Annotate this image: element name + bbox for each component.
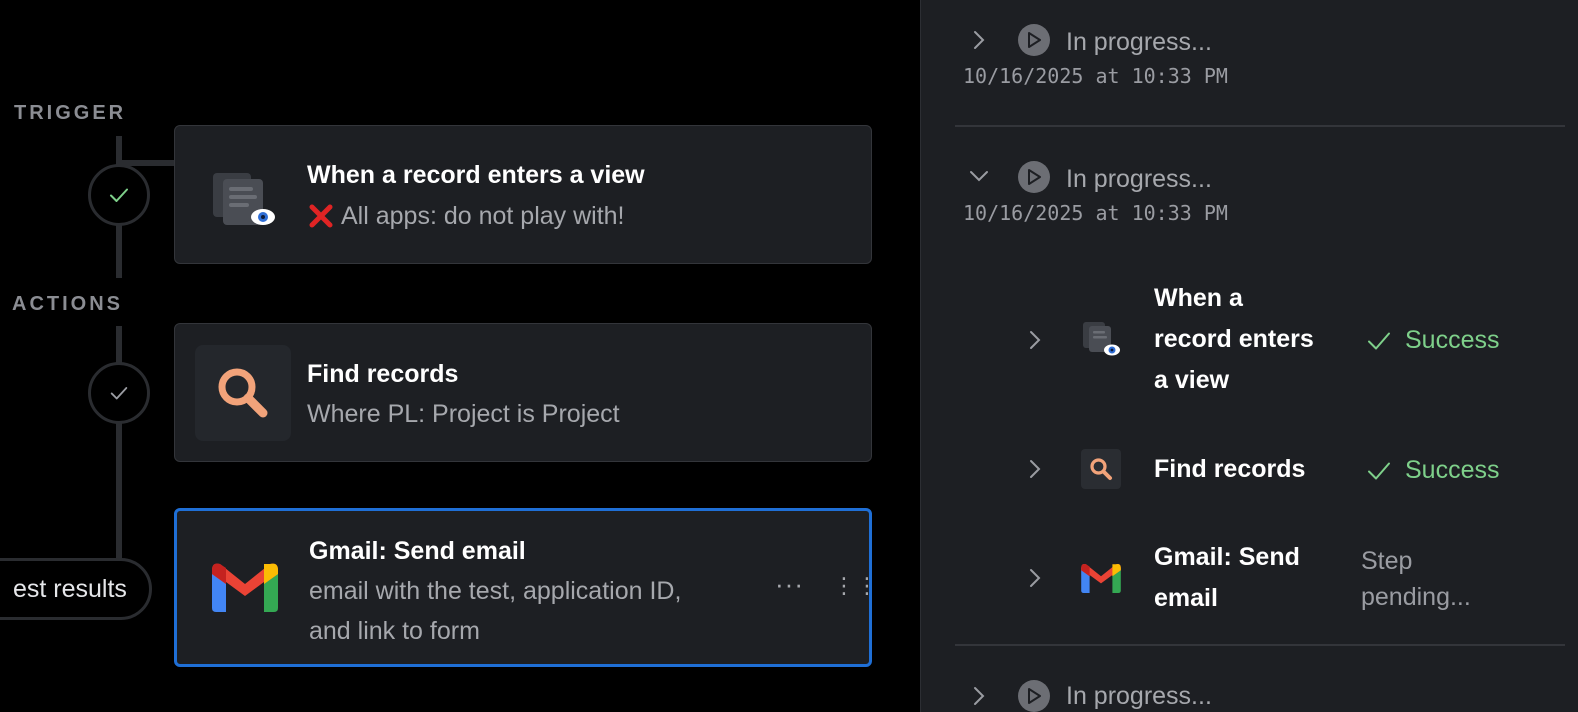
app-root: TRIGGER ACTIONS est results When a recor… bbox=[0, 0, 1578, 712]
step-title-line: Gmail: Send bbox=[1154, 543, 1300, 571]
step-title-line: record enters bbox=[1154, 325, 1314, 353]
step-status-label: Success bbox=[1405, 326, 1500, 354]
trigger-card-subtitle-text: All apps: do not play with! bbox=[341, 202, 625, 230]
check-icon bbox=[1368, 462, 1390, 479]
more-options-button[interactable]: ··· bbox=[775, 569, 804, 600]
branch-pill-label: est results bbox=[13, 574, 127, 603]
branch-pill[interactable]: est results bbox=[0, 558, 152, 620]
search-icon bbox=[195, 345, 291, 441]
step-title: When a record enters a view bbox=[1154, 278, 1314, 401]
run-status: In progress... bbox=[1066, 682, 1212, 710]
trigger-card[interactable]: When a record enters a view All apps: do… bbox=[174, 125, 872, 264]
run-status: In progress... bbox=[1066, 165, 1212, 193]
step-title: Gmail: Send email bbox=[1154, 537, 1300, 619]
step-status-success: Success bbox=[1367, 326, 1499, 355]
run-timestamp: 10/16/2025 at 10:33 PM bbox=[963, 201, 1228, 225]
step-title-line: Find records bbox=[1154, 455, 1306, 483]
drag-handle[interactable]: ⋮⋮ bbox=[833, 573, 879, 599]
chevron-right-icon[interactable] bbox=[1025, 330, 1045, 350]
record-view-icon bbox=[1081, 318, 1121, 358]
run-item-expanded[interactable]: In progress... 10/16/2025 at 10:33 PM Wh… bbox=[921, 126, 1578, 644]
step-status-label: Success bbox=[1405, 456, 1500, 484]
step-status-line: pending... bbox=[1361, 583, 1471, 611]
run-item[interactable]: In progress... 10/16/2025 at 10:33 PM bbox=[921, 0, 1578, 126]
play-icon bbox=[1018, 24, 1050, 56]
record-view-icon bbox=[195, 147, 291, 243]
find-step-check bbox=[88, 362, 150, 424]
run-item[interactable]: In progress... bbox=[921, 646, 1578, 712]
step-status-pending: Step pending... bbox=[1361, 543, 1471, 615]
step-title-line: email bbox=[1154, 584, 1218, 612]
play-icon bbox=[1018, 161, 1050, 193]
step-title: Find records bbox=[1154, 449, 1305, 490]
gmail-card-subtitle-line2: and link to form bbox=[309, 617, 480, 645]
step-title-line: When a bbox=[1154, 284, 1243, 312]
gmail-card-subtitle-line1: email with the test, application ID, bbox=[309, 577, 682, 605]
actions-section-label: ACTIONS bbox=[12, 293, 123, 315]
search-icon bbox=[1081, 449, 1121, 489]
run-history-panel: In progress... 10/16/2025 at 10:33 PM In… bbox=[920, 0, 1578, 712]
gmail-icon bbox=[197, 539, 293, 635]
find-records-title: Find records bbox=[307, 360, 459, 388]
trigger-card-title: When a record enters a view bbox=[307, 161, 645, 189]
check-icon bbox=[1368, 332, 1390, 349]
chevron-right-icon[interactable] bbox=[969, 686, 989, 706]
check-icon bbox=[110, 387, 128, 400]
step-title-line: a view bbox=[1154, 366, 1230, 394]
trigger-step-check bbox=[88, 164, 150, 226]
trigger-card-subtitle: All apps: do not play with! bbox=[307, 196, 625, 236]
gmail-icon bbox=[1081, 558, 1121, 598]
red-x-icon bbox=[309, 204, 333, 228]
run-status: In progress... bbox=[1066, 28, 1212, 56]
chevron-right-icon[interactable] bbox=[1025, 459, 1045, 479]
gmail-card-title: Gmail: Send email bbox=[309, 537, 526, 565]
run-timestamp: 10/16/2025 at 10:33 PM bbox=[963, 64, 1228, 88]
check-icon bbox=[110, 188, 128, 202]
find-records-card[interactable]: Find records Where PL: Project is Projec… bbox=[174, 323, 872, 462]
trigger-section-label: TRIGGER bbox=[14, 102, 127, 124]
play-icon bbox=[1018, 680, 1050, 712]
find-records-subtitle: Where PL: Project is Project bbox=[307, 400, 620, 428]
chevron-right-icon[interactable] bbox=[969, 30, 989, 50]
chevron-down-icon[interactable] bbox=[969, 166, 989, 186]
workflow-canvas[interactable]: TRIGGER ACTIONS est results When a recor… bbox=[0, 0, 920, 712]
step-status-line: Step bbox=[1361, 547, 1413, 575]
gmail-send-email-card[interactable]: Gmail: Send email email with the test, a… bbox=[174, 508, 878, 667]
step-status-success: Success bbox=[1367, 456, 1499, 485]
chevron-right-icon[interactable] bbox=[1025, 568, 1045, 588]
